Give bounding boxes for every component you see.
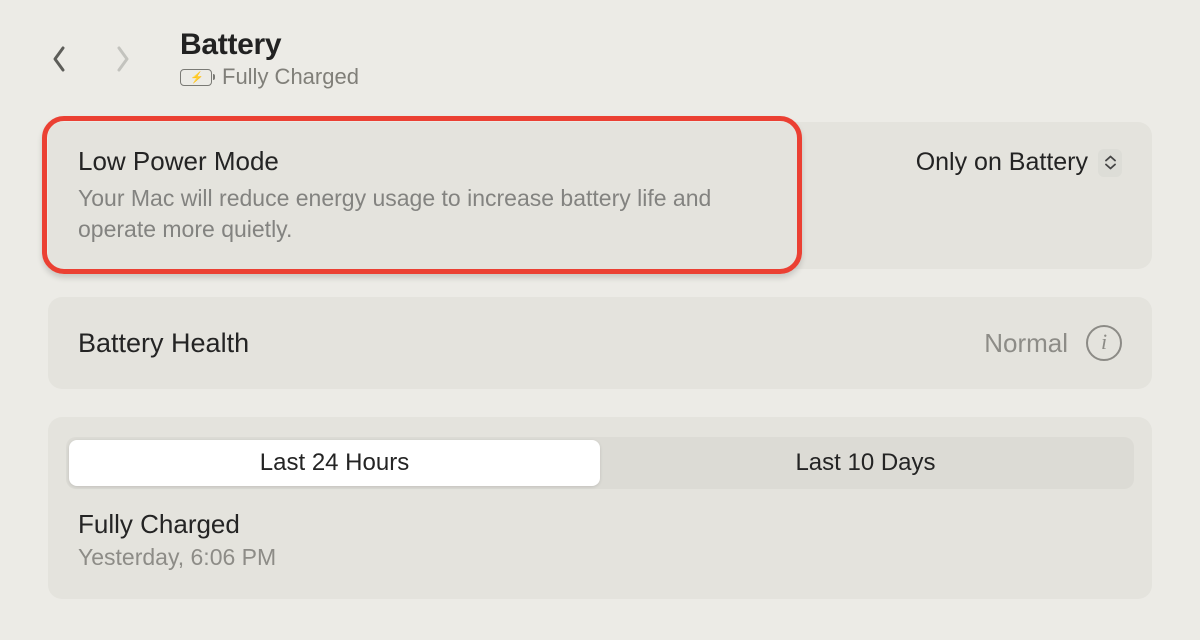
charge-time-label: Yesterday, 6:06 PM [78, 544, 1122, 571]
nav-arrows [48, 42, 134, 76]
low-power-mode-title: Low Power Mode [78, 146, 886, 177]
tab-last-10-days[interactable]: Last 10 Days [600, 440, 1131, 486]
chevron-left-icon [51, 45, 67, 73]
battery-health-title: Battery Health [78, 328, 249, 359]
usage-panel: Last 24 Hours Last 10 Days Fully Charged… [48, 417, 1152, 599]
forward-button[interactable] [112, 42, 134, 76]
charge-status-label: Fully Charged [78, 509, 1122, 540]
low-power-mode-text: Low Power Mode Your Mac will reduce ener… [78, 146, 916, 245]
battery-charging-icon: ⚡ [180, 69, 212, 86]
page-title: Battery [180, 28, 359, 62]
low-power-mode-panel: Low Power Mode Your Mac will reduce ener… [48, 122, 1152, 269]
charge-info: Fully Charged Yesterday, 6:06 PM [66, 509, 1134, 571]
back-button[interactable] [48, 42, 70, 76]
dropdown-selected-label: Only on Battery [916, 148, 1088, 177]
title-block: Battery ⚡ Fully Charged [180, 28, 359, 90]
info-icon: i [1101, 331, 1107, 353]
battery-health-info-button[interactable]: i [1086, 325, 1122, 361]
usage-segmented-control: Last 24 Hours Last 10 Days [66, 437, 1134, 489]
battery-health-panel: Battery Health Normal i [48, 297, 1152, 389]
battery-health-status: Normal [984, 328, 1068, 359]
updown-chevron-icon [1098, 149, 1122, 177]
header: Battery ⚡ Fully Charged [48, 28, 1152, 90]
battery-status-text: Fully Charged [222, 64, 359, 90]
low-power-mode-description: Your Mac will reduce energy usage to inc… [78, 183, 758, 245]
status-line: ⚡ Fully Charged [180, 64, 359, 90]
tab-last-24-hours[interactable]: Last 24 Hours [69, 440, 600, 486]
chevron-right-icon [115, 45, 131, 73]
low-power-mode-dropdown[interactable]: Only on Battery [916, 148, 1122, 177]
